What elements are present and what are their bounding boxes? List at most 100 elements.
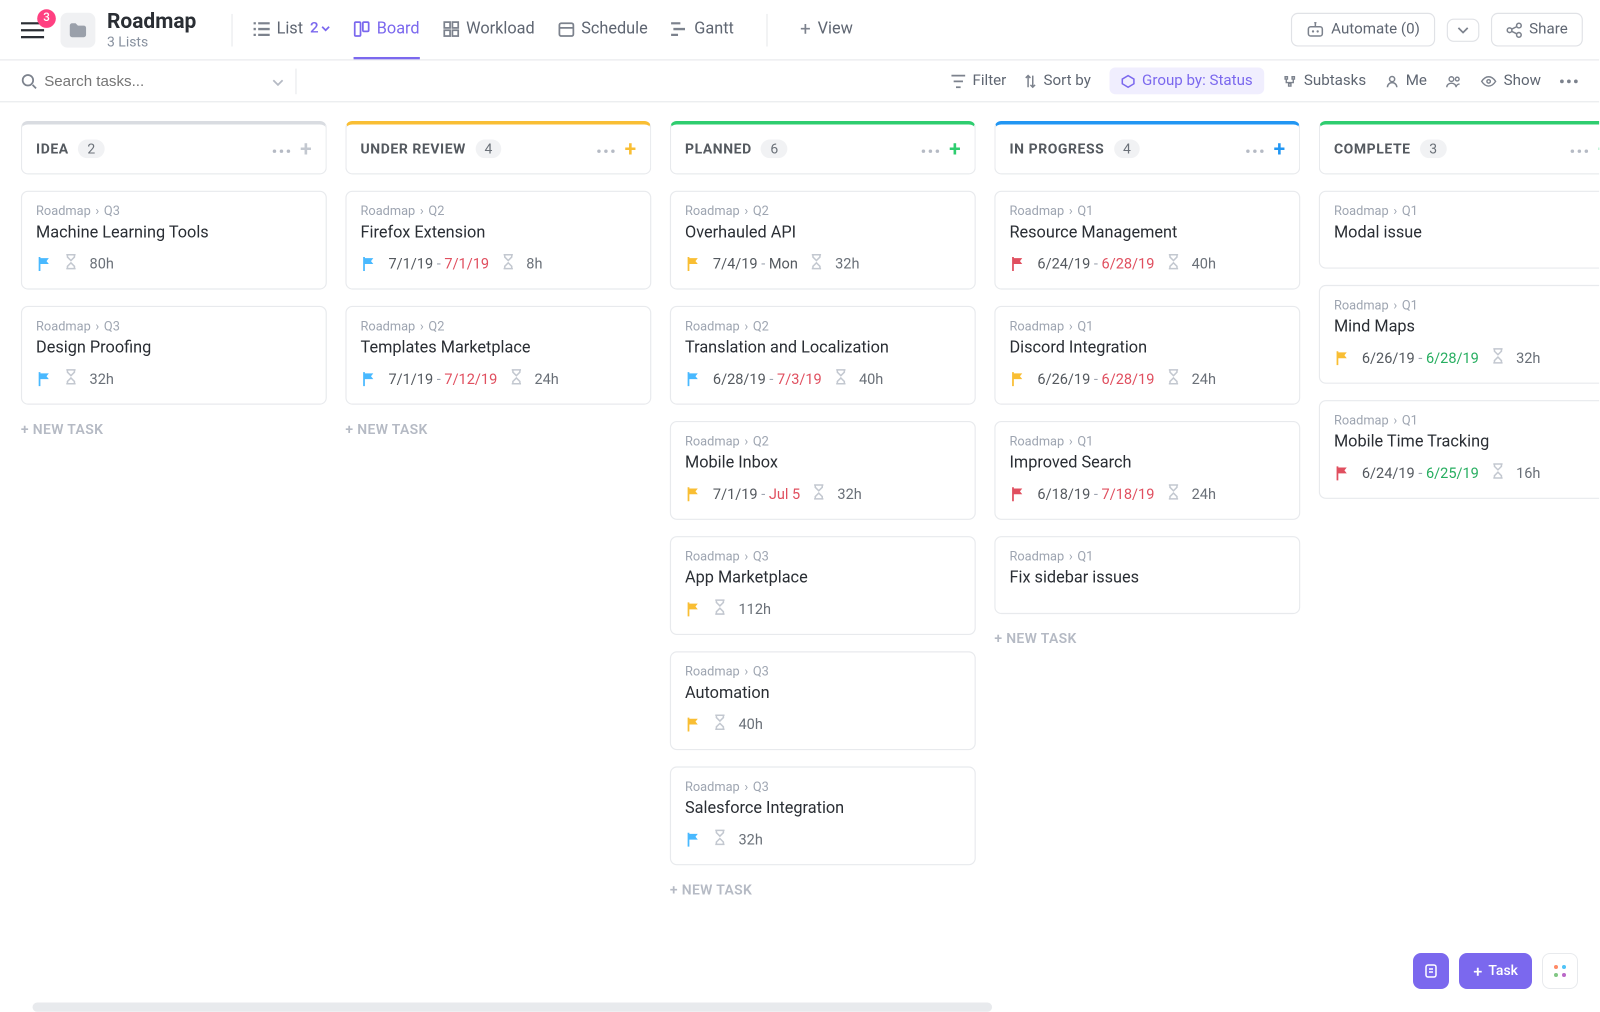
fab-apps[interactable] xyxy=(1542,953,1578,989)
priority-flag-icon[interactable] xyxy=(361,371,377,387)
priority-flag-icon[interactable] xyxy=(1334,465,1350,481)
column-count: 6 xyxy=(761,140,787,159)
column-header[interactable]: PLANNED 6 + xyxy=(670,121,976,174)
tab-board[interactable]: Board xyxy=(353,0,419,59)
card-date-range[interactable]: 7/1/19 - Jul 5 xyxy=(713,486,800,503)
fab-notepad[interactable] xyxy=(1413,953,1449,989)
sidebar-toggle-button[interactable]: 3 xyxy=(16,13,49,46)
card-date-range[interactable]: 7/1/19 - 7/12/19 xyxy=(388,370,497,387)
priority-flag-icon[interactable] xyxy=(685,832,701,848)
task-card[interactable]: Roadmap›Q1 Mobile Time Tracking 6/24/19 … xyxy=(1319,400,1599,499)
priority-flag-icon[interactable] xyxy=(685,371,701,387)
card-estimate: 32h xyxy=(1516,349,1540,366)
task-card[interactable]: Roadmap›Q3 App Marketplace 112h xyxy=(670,536,976,635)
task-card[interactable]: Roadmap›Q3 Salesforce Integration 32h xyxy=(670,766,976,865)
priority-flag-icon[interactable] xyxy=(1009,256,1025,272)
horizontal-scrollbar[interactable] xyxy=(32,1003,991,1012)
card-date-range[interactable]: 6/28/19 - 7/3/19 xyxy=(713,370,822,387)
task-card[interactable]: Roadmap›Q2 Mobile Inbox 7/1/19 - Jul 532… xyxy=(670,421,976,520)
hourglass-icon xyxy=(1166,254,1180,275)
task-card[interactable]: Roadmap›Q2 Translation and Localization … xyxy=(670,306,976,405)
priority-flag-icon[interactable] xyxy=(36,371,52,387)
me-button[interactable]: Me xyxy=(1385,72,1427,89)
new-task-button[interactable]: + NEW TASK xyxy=(670,882,976,898)
card-breadcrumb: Roadmap›Q1 xyxy=(1009,204,1285,219)
card-estimate: 32h xyxy=(837,486,861,503)
card-breadcrumb: Roadmap›Q1 xyxy=(1334,298,1599,313)
card-date-range[interactable]: 6/26/19 - 6/28/19 xyxy=(1037,370,1154,387)
new-task-button[interactable]: + NEW TASK xyxy=(21,421,327,437)
column-more-button[interactable] xyxy=(597,140,616,159)
add-view-button[interactable]: + View xyxy=(800,0,853,59)
column-more-button[interactable] xyxy=(921,140,940,159)
task-card[interactable]: Roadmap›Q3 Automation 40h xyxy=(670,651,976,750)
priority-flag-icon[interactable] xyxy=(685,601,701,617)
subtasks-button[interactable]: Subtasks xyxy=(1283,72,1366,89)
tab-gantt[interactable]: Gantt xyxy=(671,0,734,59)
automate-dropdown[interactable] xyxy=(1447,18,1480,41)
column-add-button[interactable]: + xyxy=(1598,137,1599,161)
column-more-button[interactable] xyxy=(1246,140,1265,159)
task-card[interactable]: Roadmap›Q1 Fix sidebar issues xyxy=(994,536,1300,614)
task-card[interactable]: Roadmap›Q3 Design Proofing 32h xyxy=(21,306,327,405)
card-title: Design Proofing xyxy=(36,338,312,357)
tab-workload[interactable]: Workload xyxy=(443,0,535,59)
card-title: Fix sidebar issues xyxy=(1009,569,1285,588)
task-card[interactable]: Roadmap›Q1 Improved Search 6/18/19 - 7/1… xyxy=(994,421,1300,520)
card-date-range[interactable]: 6/26/19 - 6/28/19 xyxy=(1362,349,1479,366)
me-label: Me xyxy=(1406,72,1427,89)
priority-flag-icon[interactable] xyxy=(685,716,701,732)
tab-list[interactable]: List 2 xyxy=(253,0,330,59)
column-add-button[interactable]: + xyxy=(300,137,312,161)
priority-flag-icon[interactable] xyxy=(685,256,701,272)
more-horizontal-icon xyxy=(597,149,616,154)
card-date-range[interactable]: 6/24/19 - 6/28/19 xyxy=(1037,255,1154,272)
priority-flag-icon[interactable] xyxy=(685,486,701,502)
tab-schedule[interactable]: Schedule xyxy=(558,0,648,59)
column-header[interactable]: IN PROGRESS 4 + xyxy=(994,121,1300,174)
column-more-button[interactable] xyxy=(1570,140,1589,159)
task-card[interactable]: Roadmap›Q2 Templates Marketplace 7/1/19 … xyxy=(345,306,651,405)
priority-flag-icon[interactable] xyxy=(361,256,377,272)
automate-button[interactable]: Automate (0) xyxy=(1290,13,1435,47)
share-button[interactable]: Share xyxy=(1491,13,1583,47)
new-task-button[interactable]: + NEW TASK xyxy=(345,421,651,437)
column-header[interactable]: COMPLETE 3 + xyxy=(1319,121,1599,174)
task-card[interactable]: Roadmap›Q2 Overhauled API 7/4/19 - Mon32… xyxy=(670,191,976,290)
assignees-button[interactable] xyxy=(1446,74,1462,88)
folder-chip[interactable] xyxy=(60,12,95,47)
task-card[interactable]: Roadmap›Q1 Mind Maps 6/26/19 - 6/28/1932… xyxy=(1319,285,1599,384)
new-task-button[interactable]: + NEW TASK xyxy=(994,630,1300,646)
column-add-button[interactable]: + xyxy=(625,137,637,161)
priority-flag-icon[interactable] xyxy=(1334,350,1350,366)
task-card[interactable]: Roadmap›Q1 Resource Management 6/24/19 -… xyxy=(994,191,1300,290)
card-breadcrumb: Roadmap›Q1 xyxy=(1334,204,1599,219)
task-card[interactable]: Roadmap›Q1 Modal issue xyxy=(1319,191,1599,269)
column-more-button[interactable] xyxy=(272,140,291,159)
column-header[interactable]: UNDER REVIEW 4 + xyxy=(345,121,651,174)
search-input[interactable] xyxy=(44,72,230,89)
card-date-range[interactable]: 6/18/19 - 7/18/19 xyxy=(1037,486,1154,503)
fab-task-label: Task xyxy=(1488,963,1518,979)
sort-button[interactable]: Sort by xyxy=(1025,72,1091,89)
filter-button[interactable]: Filter xyxy=(952,72,1007,89)
task-card[interactable]: Roadmap›Q3 Machine Learning Tools 80h xyxy=(21,191,327,290)
column-add-button[interactable]: + xyxy=(1274,137,1286,161)
share-label: Share xyxy=(1529,21,1568,38)
priority-flag-icon[interactable] xyxy=(1009,486,1025,502)
show-button[interactable]: Show xyxy=(1480,72,1541,89)
more-button[interactable] xyxy=(1560,79,1579,84)
task-card[interactable]: Roadmap›Q1 Discord Integration 6/26/19 -… xyxy=(994,306,1300,405)
task-card[interactable]: Roadmap›Q2 Firefox Extension 7/1/19 - 7/… xyxy=(345,191,651,290)
priority-flag-icon[interactable] xyxy=(1009,371,1025,387)
group-by-button[interactable]: Group by: Status xyxy=(1109,67,1264,94)
column-add-button[interactable]: + xyxy=(949,137,961,161)
card-date-range[interactable]: 6/24/19 - 6/25/19 xyxy=(1362,465,1479,482)
search-expand[interactable] xyxy=(272,72,284,91)
column-header[interactable]: IDEA 2 + xyxy=(21,121,327,174)
fab-new-task[interactable]: + Task xyxy=(1459,953,1532,989)
card-date-range[interactable]: 7/1/19 - 7/1/19 xyxy=(388,255,489,272)
priority-flag-icon[interactable] xyxy=(36,256,52,272)
card-date-range[interactable]: 7/4/19 - Mon xyxy=(713,255,798,272)
title-block: Roadmap 3 Lists xyxy=(107,9,196,50)
